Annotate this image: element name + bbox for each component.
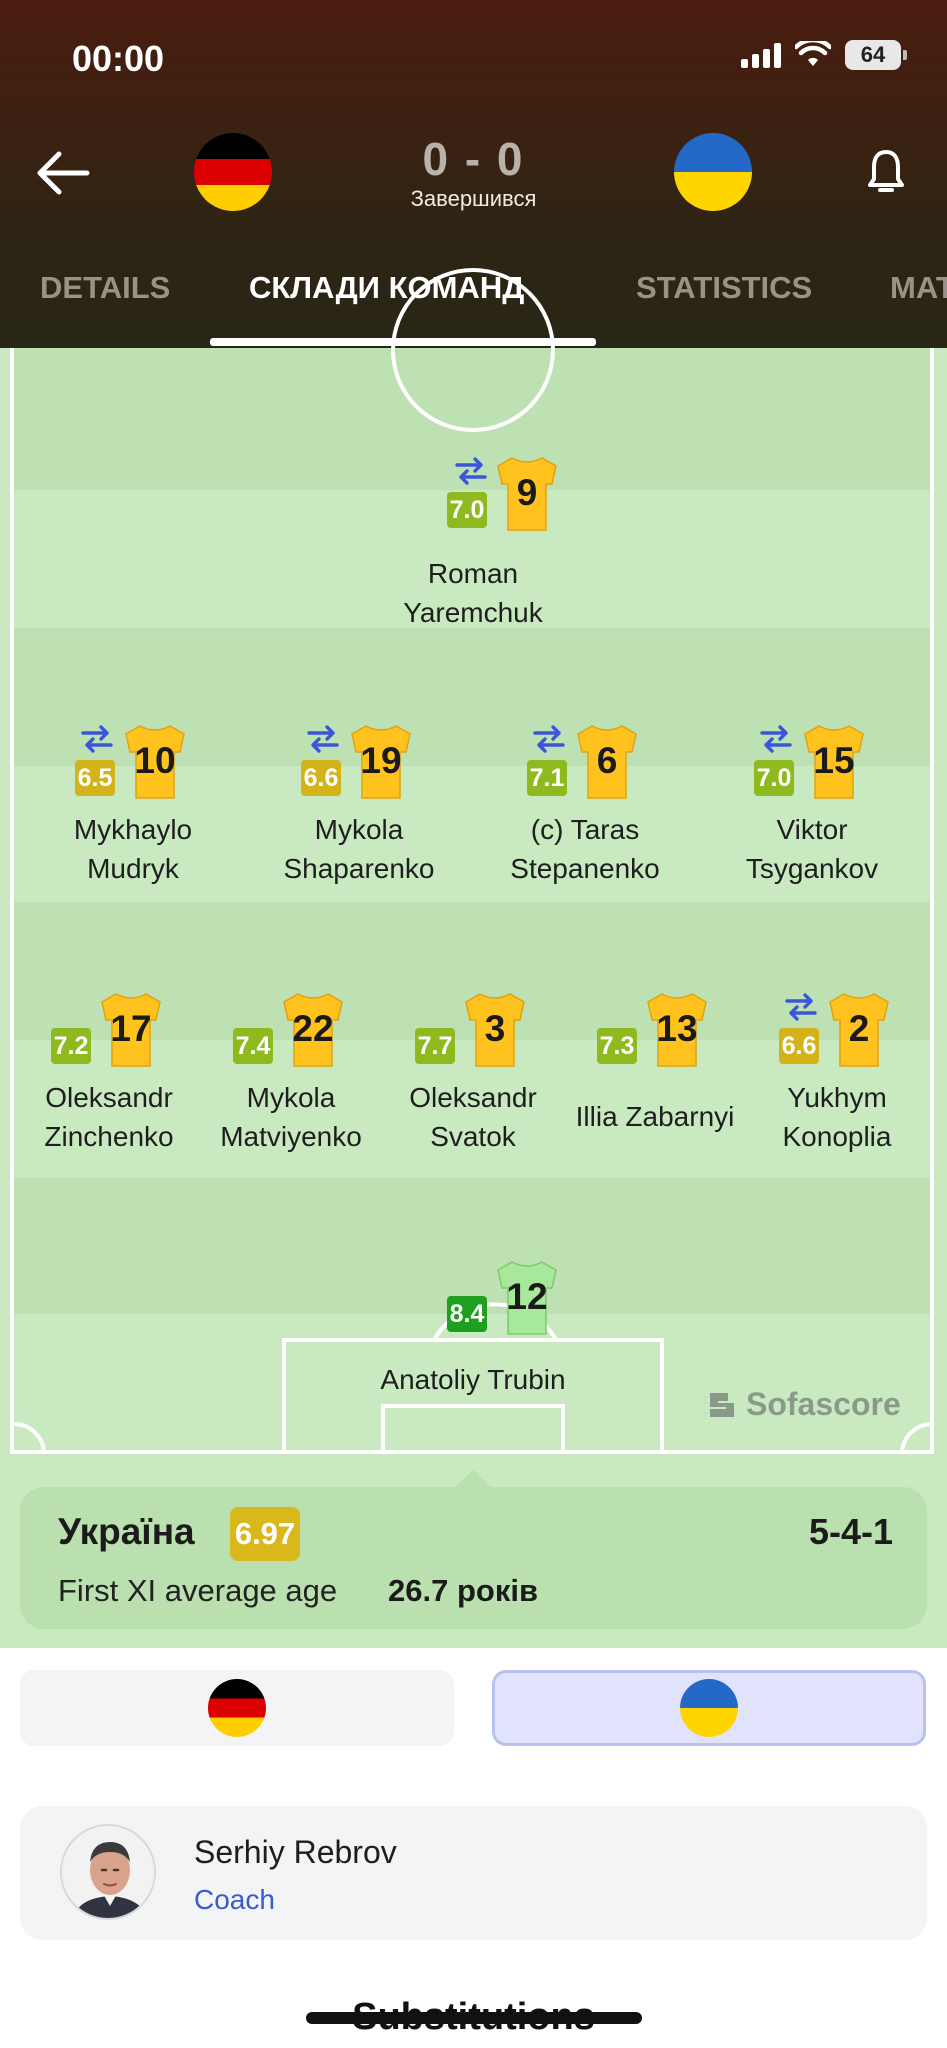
match-score: 0 - 0 <box>422 133 525 185</box>
shirt-number: 15 <box>813 740 855 781</box>
tab-matches[interactable]: MAT <box>890 270 947 306</box>
player-name-line1: Viktor <box>776 814 848 845</box>
player-rating: 7.2 <box>51 1028 91 1064</box>
bell-icon <box>868 150 904 192</box>
shirt-number: 10 <box>134 740 176 781</box>
player-name-line2: Shaparenko <box>283 853 435 884</box>
shirt-number: 6 <box>596 740 618 781</box>
status-time: 00:00 <box>72 38 165 79</box>
player-rating: 8.4 <box>447 1296 487 1332</box>
player-name-line2: Konoplia <box>782 1121 892 1152</box>
tab-statistics[interactable]: STATISTICS <box>636 270 812 306</box>
watermark-text: Sofascore <box>746 1386 901 1422</box>
player-shirt: 2 <box>826 992 892 1068</box>
player-rating: 6.6 <box>779 1028 819 1064</box>
notification-button[interactable] <box>856 140 916 206</box>
shirt-number: 13 <box>656 1008 698 1049</box>
shirt-number: 3 <box>484 1008 506 1049</box>
player-shirt: 6 <box>574 724 640 800</box>
coach-role: Coach <box>194 1884 275 1915</box>
player-name-line1: Mykola <box>314 814 404 845</box>
player-rating: 6.5 <box>75 760 115 796</box>
shirt-number: 9 <box>516 472 538 513</box>
shirt-number: 19 <box>360 740 402 781</box>
player-rating: 6.6 <box>301 760 341 796</box>
substitution-arrows-icon <box>533 725 565 753</box>
player-shirt: 12 <box>494 1260 560 1336</box>
ukraine-flag-icon[interactable] <box>674 133 752 211</box>
player-rating: 7.1 <box>527 760 567 796</box>
coach-avatar <box>60 1824 156 1920</box>
substitution-arrows-icon <box>760 725 792 753</box>
substitution-arrows-icon <box>81 725 113 753</box>
player-rating: 7.0 <box>754 760 794 796</box>
battery-indicator: 64 <box>845 40 907 70</box>
germany-flag-icon <box>208 1679 266 1737</box>
player-name-line2: Stepanenko <box>510 853 660 884</box>
person-avatar-icon <box>62 1826 154 1918</box>
player-shirt: 3 <box>462 992 528 1068</box>
center-circle <box>391 268 555 432</box>
goal-box <box>381 1404 565 1454</box>
player-rating: 7.7 <box>415 1028 455 1064</box>
shirt-number: 17 <box>110 1008 152 1049</box>
player-name-line1: (c) Taras <box>530 814 640 845</box>
home-indicator <box>306 2012 642 2024</box>
substitution-arrows-icon <box>785 993 817 1021</box>
player-rating: 7.0 <box>447 492 487 528</box>
player-name-line2: Tsygankov <box>745 853 879 884</box>
substitution-arrows-icon <box>307 725 339 753</box>
status-icons: 64 <box>741 40 907 70</box>
average-age-value: 26.7 років <box>388 1573 539 1608</box>
team-formation: 5-4-1 <box>808 1511 893 1552</box>
shirt-number: 2 <box>848 1008 870 1049</box>
home-team-toggle[interactable] <box>20 1670 454 1746</box>
average-age-label: First XI average age <box>58 1573 338 1608</box>
away-team-toggle[interactable] <box>492 1670 926 1746</box>
player-name-line1: Yukhym <box>787 1082 887 1113</box>
player-shirt: 15 <box>801 724 867 800</box>
player-name-line2: Mudryk <box>87 853 179 884</box>
tab-details[interactable]: DETAILS <box>40 270 170 306</box>
shirt-number: 22 <box>292 1008 334 1049</box>
lineup-pitch: 7.0 9 Roman Yaremchuk 6.5 10 Mykhaylo Mu… <box>0 268 947 1648</box>
team-summary-card: Україна 6.97 5-4-1 First XI average age … <box>20 1487 927 1629</box>
player-name: Roman Yaremchuk <box>403 558 543 628</box>
player-shirt: 22 <box>280 992 346 1068</box>
player-rating: 7.3 <box>597 1028 637 1064</box>
player-name-line1: Mykhaylo <box>73 814 193 845</box>
ukraine-flag-icon <box>680 1679 738 1737</box>
player-shirt: 10 <box>122 724 188 800</box>
match-status: Завершився <box>410 186 537 211</box>
player-shirt: 13 <box>644 992 710 1068</box>
player-shirt: 9 <box>494 456 560 532</box>
coach-name: Serhiy Rebrov <box>194 1834 397 1870</box>
player-name: Anatoliy Trubin <box>380 1364 566 1395</box>
substitution-arrows-icon <box>455 457 487 485</box>
sofascore-logo-icon <box>710 1392 734 1417</box>
shirt-number: 12 <box>506 1276 548 1317</box>
cellular-signal-icon <box>741 42 781 68</box>
corner-arc-left <box>13 1422 46 1455</box>
player-shirt: 19 <box>348 724 414 800</box>
team-name: Україна <box>58 1511 195 1552</box>
coach-card[interactable]: Serhiy Rebrov Coach <box>20 1806 927 1940</box>
wifi-icon <box>795 41 831 66</box>
sofascore-watermark: Sofascore <box>706 1386 901 1423</box>
player-shirt: 17 <box>98 992 164 1068</box>
corner-arc-right <box>900 1422 933 1455</box>
player-rating: 7.4 <box>233 1028 273 1064</box>
team-rating-badge: 6.97 <box>230 1507 300 1561</box>
